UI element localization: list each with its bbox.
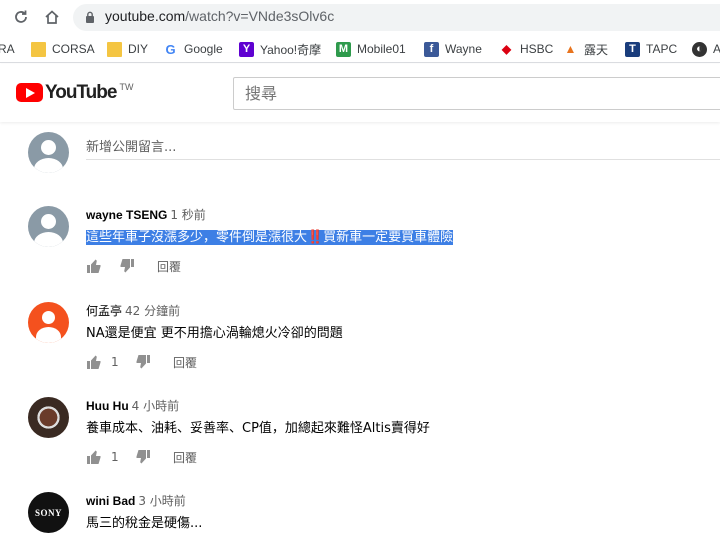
like-count: 1 <box>111 450 119 464</box>
bookmark-ra[interactable]: RA <box>0 40 15 58</box>
comment-author[interactable]: Huu Hu <box>86 399 129 413</box>
bookmark-wayne[interactable]: f Wayne <box>424 40 482 58</box>
tapc-icon: T <box>625 41 640 57</box>
bookmark-label: A <box>713 42 720 56</box>
avatar[interactable] <box>28 206 69 247</box>
home-button[interactable] <box>41 6 63 28</box>
bookmark-mobile01[interactable]: M Mobile01 <box>336 40 406 58</box>
bookmark-label: HSBC <box>520 42 554 56</box>
bookmark-diy[interactable]: DIY <box>107 40 148 58</box>
comment-time[interactable]: 42 分鐘前 <box>125 304 180 318</box>
comment-text-selected: 這些年車子沒漲多少，零件倒是漲很大‼️買新車一定要買車體險 <box>86 230 454 245</box>
comment-time[interactable]: 1 秒前 <box>170 208 205 222</box>
youtube-header: YouTube TW <box>0 64 720 122</box>
bookmark-hsbc[interactable]: ◆ HSBC <box>499 40 553 58</box>
comment-author[interactable]: wayne TSENG <box>86 208 167 222</box>
bookmark-tapc[interactable]: T TAPC <box>625 40 677 58</box>
comment-text: 這些年車子沒漲多少，零件倒是漲很大‼️買新車一定要買車體險 <box>86 226 454 245</box>
url-text: youtube.com/watch?v=VNde3sOlv6c <box>105 8 335 24</box>
hsbc-icon: ◆ <box>501 42 512 56</box>
bookmark-label: 露天 <box>584 42 609 57</box>
bookmark-label: RA <box>0 42 15 56</box>
add-comment-input[interactable]: 新增公開留言... <box>86 136 720 160</box>
bookmark-label: Google <box>184 42 223 56</box>
add-comment-placeholder: 新增公開留言... <box>86 140 177 155</box>
like-count: 1 <box>111 355 119 369</box>
bookmark-label: Yahoo!奇摩 <box>260 42 322 57</box>
bookmark-icon: ◐ <box>692 41 707 57</box>
reload-button[interactable] <box>10 6 32 28</box>
like-button[interactable] <box>86 449 102 465</box>
like-button[interactable] <box>86 258 102 274</box>
reload-icon <box>15 10 27 23</box>
comment-actions: 回覆 <box>86 258 181 274</box>
bookmark-yahoo[interactable]: Y Yahoo!奇摩 <box>239 40 321 58</box>
comment-time[interactable]: 3 小時前 <box>138 494 185 508</box>
browser-toolbar: youtube.com/watch?v=VNde3sOlv6c <box>0 0 720 35</box>
avatar-logo-text: SONY <box>34 507 62 518</box>
address-bar[interactable]: youtube.com/watch?v=VNde3sOlv6c <box>73 4 720 31</box>
comment-author[interactable]: 何孟亭 <box>86 304 122 318</box>
bookmark-google[interactable]: G Google <box>163 40 223 58</box>
bookmarks-bar: RA CORSA DIY G Google Y Yahoo!奇摩 M Mobile01… <box>0 35 720 63</box>
comment-time[interactable]: 4 小時前 <box>132 399 179 413</box>
bookmark-ruten[interactable]: ▲ 露天 <box>563 40 608 58</box>
reply-button[interactable]: 回覆 <box>157 258 181 275</box>
thumbs-up-icon <box>87 355 101 369</box>
bookmark-label: Mobile01 <box>357 42 406 56</box>
bookmark-label: Wayne <box>445 42 482 56</box>
avatar[interactable] <box>28 397 69 438</box>
mobile01-icon: M <box>336 41 351 57</box>
region-code: TW <box>119 82 134 92</box>
reply-button[interactable]: 回覆 <box>173 449 197 466</box>
bookmark-a[interactable]: ◐ A <box>692 40 720 58</box>
bookmark-label: DIY <box>128 42 149 56</box>
youtube-wordmark: YouTube <box>45 82 117 103</box>
folder-icon <box>31 41 46 57</box>
comment-actions: 1 回覆 <box>86 449 197 465</box>
avatar <box>28 132 69 173</box>
google-icon: G <box>165 41 176 57</box>
thumbs-down-icon <box>136 355 150 369</box>
folder-icon <box>107 41 122 57</box>
thumbs-down-icon <box>120 259 134 273</box>
home-icon <box>45 10 59 24</box>
search-box[interactable] <box>233 77 720 110</box>
thumbs-up-icon <box>87 259 101 273</box>
yahoo-icon: Y <box>239 41 254 57</box>
facebook-icon: f <box>424 41 439 57</box>
youtube-play-icon <box>16 83 43 102</box>
comment-text: 養車成本、油耗、妥善率、CP值，加總起來難怪Altis賣得好 <box>86 421 430 436</box>
comment-author[interactable]: wini Bad <box>86 494 135 508</box>
like-button[interactable] <box>86 354 102 370</box>
ruten-icon: ▲ <box>564 42 577 56</box>
youtube-logo[interactable]: YouTube TW <box>16 82 134 103</box>
avatar[interactable]: SONY <box>28 492 69 533</box>
lock-icon <box>86 11 94 23</box>
thumbs-down-icon <box>136 450 150 464</box>
add-comment-row: 新增公開留言... <box>28 132 720 174</box>
reply-button[interactable]: 回覆 <box>173 354 197 371</box>
comment-text: 馬三的稅金是硬傷... <box>86 516 203 531</box>
bookmark-corsa[interactable]: CORSA <box>31 40 95 58</box>
dislike-button[interactable] <box>135 354 151 370</box>
dislike-button[interactable] <box>135 449 151 465</box>
thumbs-up-icon <box>87 450 101 464</box>
dislike-button[interactable] <box>119 258 135 274</box>
bookmark-label: TAPC <box>646 42 678 56</box>
bookmark-label: CORSA <box>52 42 95 56</box>
search-input[interactable] <box>234 78 720 109</box>
comment-actions: 1 回覆 <box>86 354 197 370</box>
avatar[interactable] <box>28 302 69 343</box>
comment-text: NA還是便宜 更不用擔心渦輪熄火冷卻的問題 <box>86 326 343 341</box>
